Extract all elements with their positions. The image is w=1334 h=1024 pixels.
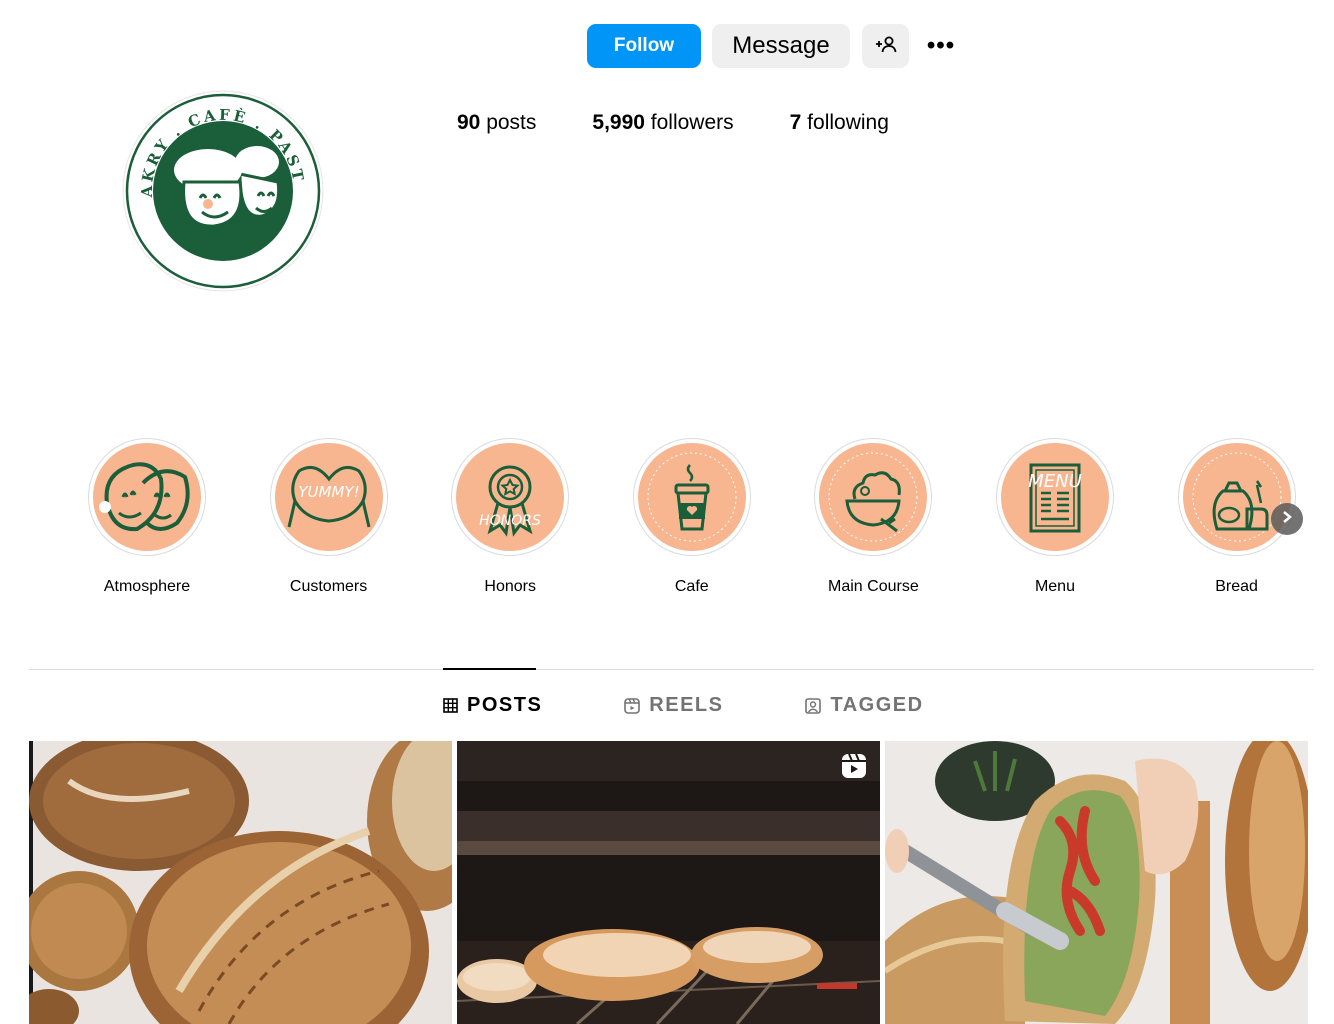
highlight-honors[interactable]: HONORS Honors bbox=[451, 438, 570, 596]
reels-icon bbox=[624, 697, 641, 714]
posts-count: 90 bbox=[457, 111, 481, 134]
salad-bowl-icon bbox=[819, 443, 928, 551]
highlight-label: Main Course bbox=[828, 578, 919, 595]
highlight-badge-text: YUMMY! bbox=[298, 483, 359, 501]
highlight-badge-text: MENU bbox=[1028, 471, 1082, 492]
posts-stat[interactable]: 90 posts bbox=[457, 111, 536, 135]
message-button[interactable]: Message bbox=[712, 24, 850, 68]
following-label: following bbox=[801, 111, 889, 134]
bread-loaves-photo bbox=[29, 741, 452, 1024]
highlight-label: Cafe bbox=[674, 578, 709, 595]
highlight-label: Bread bbox=[1215, 578, 1258, 595]
highlight-customers[interactable]: YUMMY! Customers bbox=[269, 438, 388, 596]
heart-hands-icon: YUMMY! bbox=[274, 443, 383, 551]
highlight-label: Menu bbox=[1034, 578, 1075, 595]
post-thumbnail[interactable] bbox=[457, 741, 880, 1024]
tab-posts[interactable]: POSTS bbox=[443, 694, 542, 717]
tab-label: TAGGED bbox=[830, 694, 924, 716]
coffee-cup-icon bbox=[637, 443, 746, 551]
oven-bread-photo bbox=[457, 741, 880, 1024]
highlight-main-course[interactable]: Main Course bbox=[814, 438, 933, 596]
more-options-button[interactable]: ••• bbox=[921, 24, 961, 68]
profile-avatar[interactable]: BAKRY . CAFÈ . PASTRY BAKED FOR YOU bbox=[114, 76, 324, 292]
reel-icon bbox=[840, 752, 868, 780]
post-thumbnail[interactable] bbox=[29, 741, 452, 1024]
tab-tagged[interactable]: TAGGED bbox=[805, 694, 923, 717]
profile-stats: 90 posts 5,990 followers 7 following bbox=[457, 111, 945, 135]
highlight-label: Customers bbox=[289, 578, 368, 595]
highlight-label: Honors bbox=[484, 578, 536, 595]
posts-label: posts bbox=[480, 111, 537, 134]
highlights-next-button[interactable] bbox=[1271, 503, 1303, 535]
highlight-atmosphere[interactable]: Atmosphere bbox=[88, 438, 206, 596]
chevron-right-icon bbox=[1281, 510, 1293, 529]
tagged-icon bbox=[805, 697, 822, 714]
bread-bag-icon bbox=[1182, 443, 1291, 551]
followers-stat[interactable]: 5,990 followers bbox=[592, 111, 733, 135]
tabs-divider bbox=[29, 669, 1314, 670]
following-count: 7 bbox=[789, 111, 802, 134]
highlight-menu[interactable]: MENU Menu bbox=[995, 438, 1114, 596]
faces-icon bbox=[93, 443, 201, 551]
followers-count: 5,990 bbox=[592, 111, 645, 134]
followers-label: followers bbox=[644, 111, 734, 134]
post-thumbnail[interactable] bbox=[885, 741, 1308, 1024]
grid-icon bbox=[443, 698, 458, 713]
add-person-icon bbox=[875, 36, 897, 57]
bread-spread-photo bbox=[885, 741, 1308, 1024]
highlight-badge-text: HONORS bbox=[479, 513, 541, 529]
following-stat[interactable]: 7 following bbox=[790, 111, 889, 135]
menu-board-icon: MENU bbox=[1000, 443, 1109, 551]
profile-tabs: POSTS REELS TAGGED bbox=[443, 694, 1006, 717]
award-ribbon-icon: HONORS bbox=[456, 443, 565, 551]
posts-grid bbox=[29, 741, 1313, 1024]
highlight-cafe[interactable]: Cafe bbox=[632, 438, 751, 596]
tab-label: REELS bbox=[649, 694, 724, 716]
tab-reels[interactable]: REELS bbox=[624, 694, 723, 717]
suggested-accounts-button[interactable] bbox=[862, 24, 909, 68]
follow-button[interactable]: Follow bbox=[587, 24, 701, 68]
highlight-label: Atmosphere bbox=[103, 578, 191, 595]
tab-label: POSTS bbox=[467, 694, 543, 716]
profile-actions: Follow Message ••• bbox=[587, 24, 961, 68]
active-tab-indicator bbox=[443, 668, 536, 670]
story-highlights: Atmosphere YUMMY! Customers HONORS Honor… bbox=[88, 438, 1334, 596]
